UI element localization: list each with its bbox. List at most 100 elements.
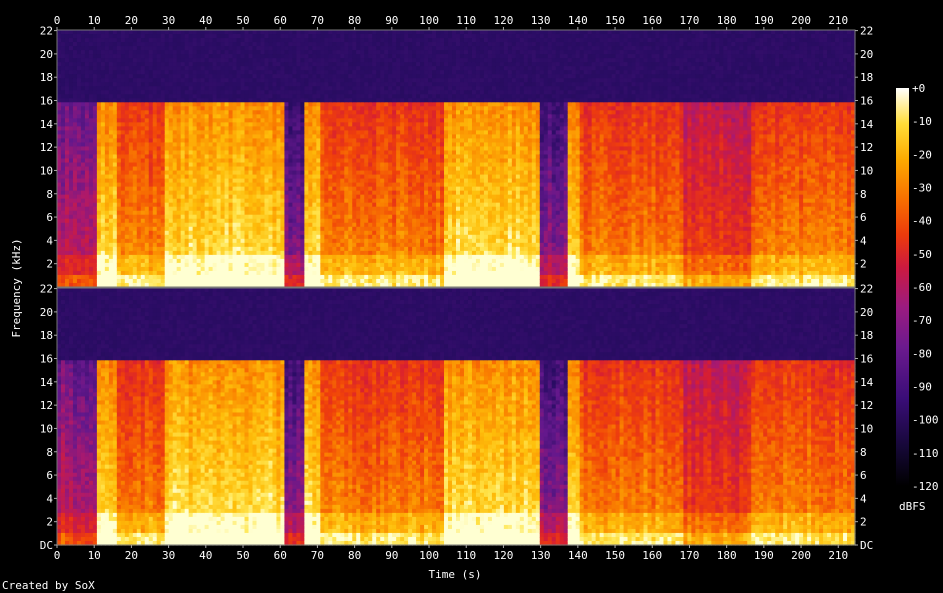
spectrogram-cell bbox=[125, 187, 130, 192]
spectrogram-cell bbox=[129, 275, 134, 280]
spectrogram-cell bbox=[133, 187, 138, 192]
spectrogram-cell bbox=[105, 134, 110, 139]
spectrogram-cell bbox=[57, 122, 62, 127]
spectrogram-cell bbox=[73, 130, 78, 135]
spectrogram-cell bbox=[65, 122, 70, 127]
spectrogram-cell bbox=[85, 267, 90, 272]
spectrogram-cell bbox=[61, 38, 66, 43]
spectrogram-cell bbox=[77, 94, 82, 99]
spectrogram-cell bbox=[133, 279, 138, 284]
spectrogram-cell bbox=[89, 187, 94, 192]
spectrogram-cell bbox=[141, 138, 146, 143]
spectrogram-cell bbox=[93, 58, 98, 63]
spectrogram-cell bbox=[109, 118, 114, 123]
spectrogram-cell bbox=[77, 118, 82, 123]
spectrogram-cell bbox=[65, 50, 70, 55]
spectrogram-cell bbox=[93, 74, 98, 79]
spectrogram-cell bbox=[137, 279, 142, 284]
spectrogram-cell bbox=[125, 62, 130, 67]
spectrogram-cell bbox=[145, 251, 150, 256]
spectrogram-cell bbox=[77, 179, 82, 184]
spectrogram-cell bbox=[81, 38, 86, 43]
spectrogram-cell bbox=[129, 78, 134, 83]
spectrogram-cell bbox=[89, 46, 94, 51]
spectrogram-cell bbox=[81, 90, 86, 95]
spectrogram-cell bbox=[105, 122, 110, 127]
spectrogram-cell bbox=[85, 70, 90, 75]
spectrogram-cell bbox=[121, 50, 126, 55]
spectrogram-cell bbox=[69, 86, 74, 91]
spectrogram-cell bbox=[93, 271, 98, 276]
spectrogram-cell bbox=[145, 271, 150, 276]
spectrogram-cell bbox=[73, 62, 78, 67]
spectrogram-cell bbox=[121, 211, 126, 216]
spectrogram-cell bbox=[57, 126, 62, 131]
spectrogram-cell bbox=[145, 243, 150, 248]
spectrogram-cell bbox=[69, 98, 74, 103]
spectrogram-cell bbox=[77, 183, 82, 188]
spectrogram-cell bbox=[85, 215, 90, 220]
spectrogram-cell bbox=[113, 110, 118, 115]
spectrogram-cell bbox=[113, 191, 118, 196]
spectrogram-cell bbox=[73, 259, 78, 264]
spectrogram-cell bbox=[105, 183, 110, 188]
spectrogram-cell bbox=[73, 90, 78, 95]
spectrogram-cell bbox=[121, 223, 126, 228]
spectrogram-cell bbox=[125, 267, 130, 272]
spectrogram-cell bbox=[129, 114, 134, 119]
spectrogram-cell bbox=[69, 142, 74, 147]
spectrogram-cell bbox=[93, 146, 98, 151]
spectrogram-cell bbox=[105, 102, 110, 107]
spectrogram-cell bbox=[81, 138, 86, 143]
spectrogram-cell bbox=[113, 207, 118, 212]
spectrogram-cell bbox=[81, 98, 86, 103]
spectrogram-cell bbox=[113, 251, 118, 256]
spectrogram-cell bbox=[101, 66, 106, 71]
spectrogram-cell bbox=[101, 38, 106, 43]
spectrogram-cell bbox=[93, 163, 98, 168]
spectrogram-cell bbox=[65, 231, 70, 236]
spectrogram-cell bbox=[97, 30, 102, 35]
spectrogram-cell bbox=[89, 90, 94, 95]
spectrogram-cell bbox=[117, 167, 122, 172]
spectrogram-cell bbox=[81, 259, 86, 264]
spectrogram-cell bbox=[93, 126, 98, 131]
spectrogram-cell bbox=[81, 163, 86, 168]
spectrogram-cell bbox=[81, 227, 86, 232]
spectrogram-cell bbox=[121, 62, 126, 67]
spectrogram-cell bbox=[81, 118, 86, 123]
spectrogram-cell bbox=[145, 82, 150, 87]
spectrogram-cell bbox=[133, 54, 138, 59]
spectrogram-cell bbox=[101, 183, 106, 188]
spectrogram-cell bbox=[149, 247, 154, 252]
spectrogram-cell bbox=[145, 179, 150, 184]
spectrogram-cell bbox=[93, 78, 98, 83]
spectrogram-cell bbox=[109, 251, 114, 256]
spectrogram-cell bbox=[105, 42, 110, 47]
spectrogram-cell bbox=[137, 271, 142, 276]
spectrogram-cell bbox=[117, 142, 122, 147]
spectrogram-cell bbox=[69, 94, 74, 99]
spectrogram-cell bbox=[61, 267, 66, 272]
spectrogram-cell bbox=[85, 118, 90, 123]
spectrogram-cell bbox=[113, 134, 118, 139]
spectrogram-cell bbox=[113, 239, 118, 244]
spectrogram-cell bbox=[101, 235, 106, 240]
spectrogram-cell bbox=[141, 179, 146, 184]
spectrogram-cell bbox=[73, 227, 78, 232]
spectrogram-cell bbox=[121, 187, 126, 192]
spectrogram-cell bbox=[109, 207, 114, 212]
spectrogram-cell bbox=[129, 239, 134, 244]
spectrogram-cell bbox=[149, 171, 154, 176]
spectrogram-cell bbox=[69, 227, 74, 232]
spectrogram-cell bbox=[69, 118, 74, 123]
spectrogram-cell bbox=[113, 259, 118, 264]
spectrogram-cell bbox=[121, 142, 126, 147]
spectrogram-cell bbox=[73, 279, 78, 284]
spectrogram-cell bbox=[109, 159, 114, 164]
spectrogram-cell bbox=[129, 122, 134, 127]
spectrogram-cell bbox=[61, 187, 66, 192]
spectrogram-cell bbox=[73, 70, 78, 75]
spectrogram-cell bbox=[81, 251, 86, 256]
spectrogram-cell bbox=[109, 263, 114, 268]
